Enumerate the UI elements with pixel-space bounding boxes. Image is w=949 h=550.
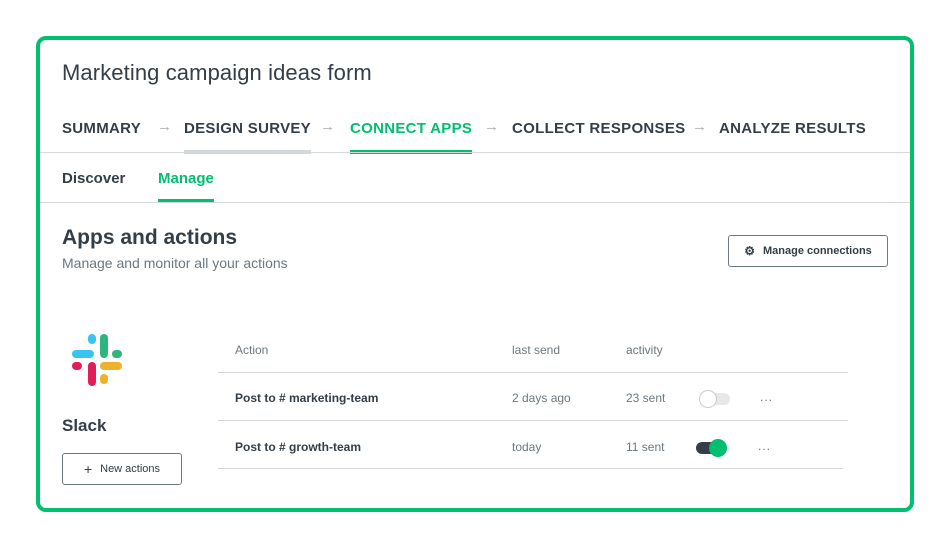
divider [40, 202, 910, 203]
toggle-knob [699, 390, 717, 408]
survey-title: Marketing campaign ideas form [62, 60, 372, 85]
step-arrow-icon: → [692, 118, 707, 135]
new-actions-label: New actions [100, 463, 161, 475]
column-header-action: Action [235, 343, 269, 357]
step-summary[interactable]: SUMMARY [62, 120, 141, 150]
tab-discover[interactable]: Discover [62, 170, 125, 199]
new-actions-button[interactable]: + New actions [62, 453, 182, 485]
table-divider [218, 468, 843, 469]
action-toggle[interactable] [699, 390, 730, 408]
step-arrow-icon: → [484, 118, 499, 135]
step-connect-apps[interactable]: CONNECT APPS [350, 120, 473, 154]
manage-connections-button[interactable]: ⚙ Manage connections [728, 235, 888, 267]
activity-count: 23 sent [626, 391, 666, 405]
table-divider [218, 372, 848, 373]
action-name[interactable]: Post to # marketing-team [235, 391, 378, 405]
step-collect-responses[interactable]: COLLECT RESPONSES [512, 120, 685, 150]
step-design-survey[interactable]: DESIGN SURVEY [184, 120, 311, 154]
table-divider [218, 420, 848, 421]
more-options-icon[interactable]: ... [758, 439, 771, 453]
divider [40, 152, 910, 153]
slack-logo [72, 334, 122, 386]
last-send: today [512, 440, 542, 454]
step-arrow-icon: → [320, 118, 335, 135]
last-send: 2 days ago [512, 391, 571, 405]
section-subtitle: Manage and monitor all your actions [62, 255, 288, 271]
action-toggle[interactable] [696, 439, 727, 457]
action-name[interactable]: Post to # growth-team [235, 440, 361, 454]
column-header-activity: activity [626, 343, 663, 357]
step-arrow-icon: → [157, 118, 172, 135]
gear-icon: ⚙ [744, 244, 755, 258]
activity-count: 11 sent [626, 440, 665, 454]
column-header-last-send: last send [512, 343, 561, 357]
section-title: Apps and actions [62, 226, 238, 249]
manage-connections-label: Manage connections [762, 245, 872, 257]
plus-icon: + [83, 461, 93, 477]
survey-card: Marketing campaign ideas form SUMMARY → … [36, 36, 914, 512]
more-options-icon[interactable]: ... [760, 390, 773, 404]
step-analyze-results[interactable]: ANALYZE RESULTS [719, 120, 866, 150]
tab-manage[interactable]: Manage [158, 170, 214, 202]
app-name: Slack [62, 416, 107, 435]
toggle-knob [709, 439, 727, 457]
step-navigation: SUMMARY → DESIGN SURVEY → CONNECT APPS →… [62, 118, 902, 154]
